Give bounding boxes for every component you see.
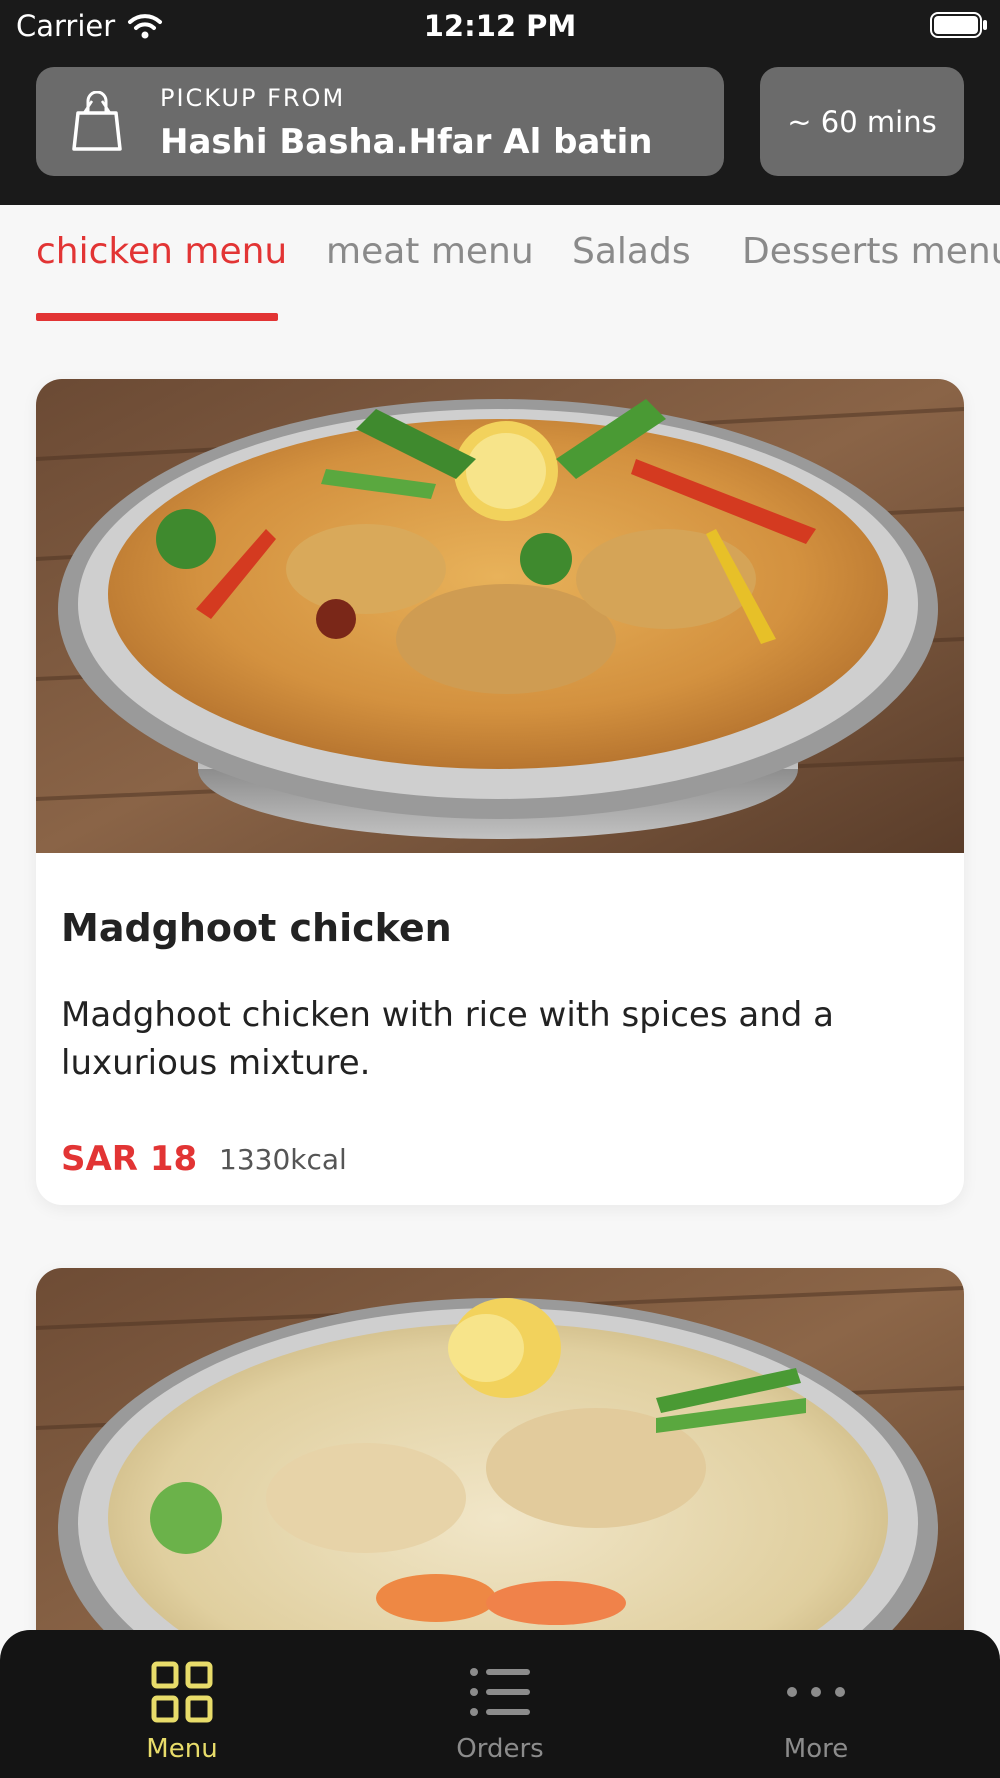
item-name: Madghoot chicken: [61, 906, 452, 950]
nav-orders-label: Orders: [456, 1734, 544, 1764]
shopping-bag-icon: [72, 91, 122, 151]
grid-icon: [151, 1661, 213, 1723]
pickup-location-button[interactable]: PICKUP FROM Hashi Basha.Hfar Al batin: [36, 67, 724, 176]
tab-desserts-menu[interactable]: Desserts menu: [742, 227, 1000, 277]
menu-item-card[interactable]: Madghoot chicken Madghoot chicken with r…: [36, 379, 964, 1205]
list-icon: [470, 1668, 530, 1716]
nav-more-label: More: [783, 1734, 849, 1764]
eta-label: ~ 60 mins: [787, 104, 937, 139]
pickup-label: PICKUP FROM: [160, 84, 346, 112]
nav-menu-label: Menu: [146, 1734, 218, 1764]
nav-menu[interactable]: Menu: [82, 1630, 282, 1778]
category-tabs: chicken menu meat menu Salads Desserts m…: [0, 205, 1000, 325]
battery-icon: [930, 12, 987, 38]
more-dots-icon: [787, 1687, 845, 1697]
nav-orders[interactable]: Orders: [400, 1630, 600, 1778]
pickup-location-name: Hashi Basha.Hfar Al batin: [160, 122, 653, 162]
food-image: [36, 379, 964, 853]
bottom-nav: Menu Orders More: [0, 1630, 1000, 1778]
status-bar: Carrier 12:12 PM: [0, 0, 1000, 52]
header: Carrier 12:12 PM PICKUP FROM Hashi Basha…: [0, 0, 1000, 205]
tab-meat-menu[interactable]: meat menu: [326, 227, 534, 277]
eta-button[interactable]: ~ 60 mins: [760, 67, 964, 176]
tab-salads[interactable]: Salads: [572, 227, 691, 277]
tab-chicken-menu[interactable]: chicken menu: [36, 227, 287, 277]
app-screen: Carrier 12:12 PM PICKUP FROM Hashi Basha…: [0, 0, 1000, 1778]
item-description: Madghoot chicken with rice with spices a…: [61, 995, 834, 1083]
item-price: SAR 18: [61, 1139, 198, 1179]
status-time: 12:12 PM: [423, 9, 577, 43]
active-tab-indicator: [36, 313, 278, 321]
nav-more[interactable]: More: [716, 1630, 916, 1778]
item-calories: 1330kcal: [219, 1143, 347, 1176]
